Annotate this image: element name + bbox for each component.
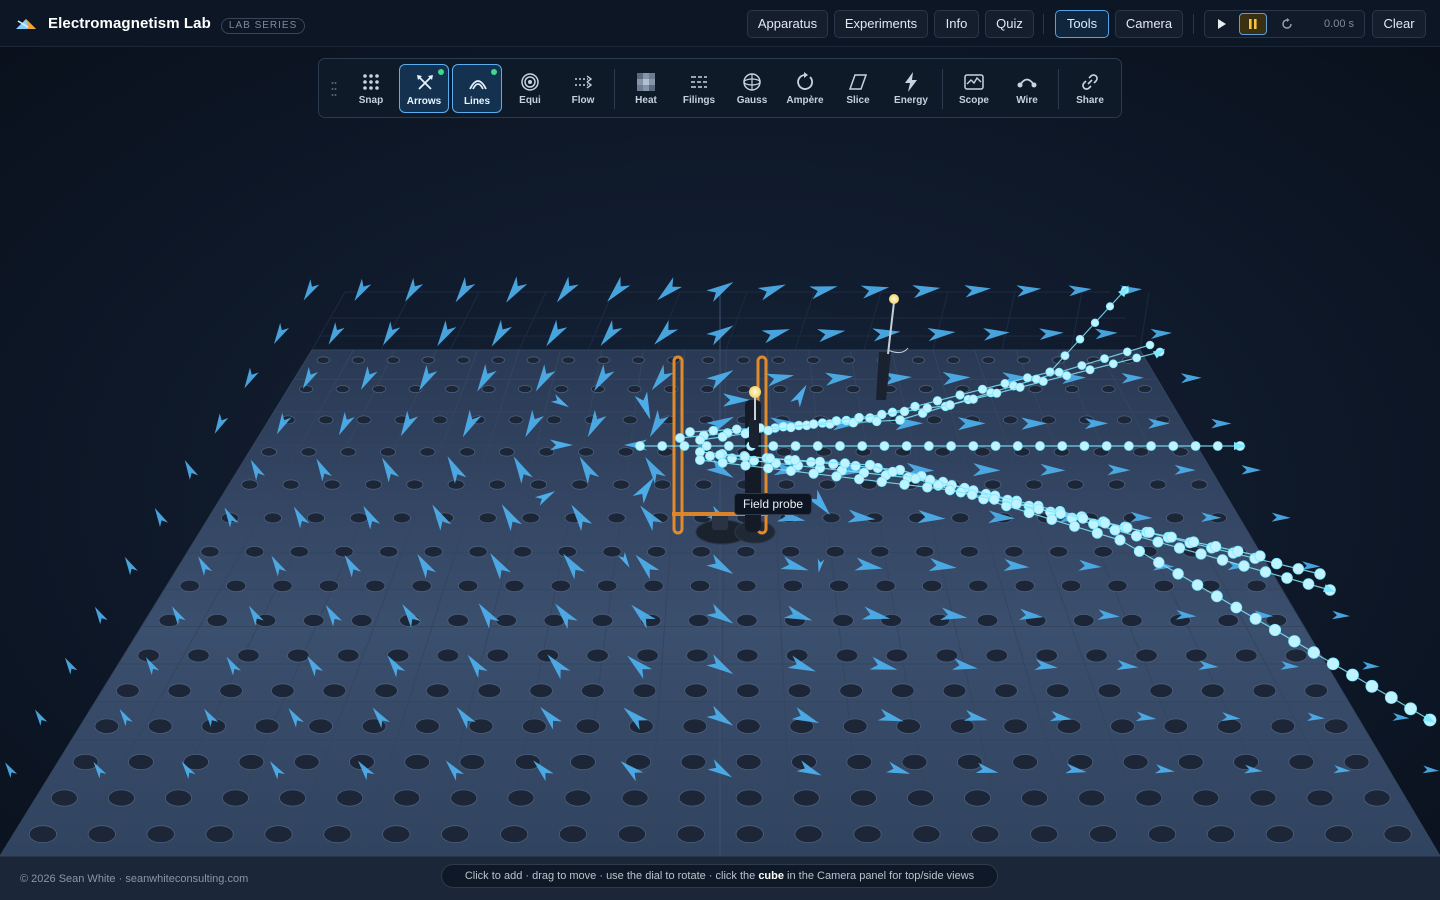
tool-lines[interactable]: Lines xyxy=(452,64,502,113)
energy-bolt-icon xyxy=(905,72,917,92)
info-button[interactable]: Info xyxy=(934,10,979,38)
tool-active-indicator xyxy=(491,69,497,75)
reset-button[interactable] xyxy=(1273,13,1301,35)
tool-filings[interactable]: Filings xyxy=(674,64,724,113)
tool-label: Ampère xyxy=(786,95,824,106)
wire-icon xyxy=(1017,78,1037,88)
snap-grid-icon xyxy=(363,74,379,90)
nav-divider xyxy=(1043,14,1044,34)
arrows-icon xyxy=(417,75,433,90)
heatmap-icon xyxy=(637,73,655,91)
ampere-loop-icon xyxy=(797,72,813,90)
top-bar: Electromagnetism Lab LAB SERIES Apparatu… xyxy=(0,0,1440,47)
toolbar-divider xyxy=(1058,69,1059,109)
tool-label: Filings xyxy=(682,95,716,106)
tool-label: Lines xyxy=(463,96,491,107)
apparatus-button[interactable]: Apparatus xyxy=(747,10,828,38)
tool-ampere[interactable]: Ampère xyxy=(780,64,830,113)
tool-active-indicator xyxy=(438,69,444,75)
tool-label: Scope xyxy=(958,95,989,106)
play-icon xyxy=(1218,19,1226,29)
tool-slice[interactable]: Slice xyxy=(833,64,883,113)
tool-snap[interactable]: Snap xyxy=(346,64,396,113)
app-title: Electromagnetism Lab xyxy=(48,14,211,32)
tool-label: Heat xyxy=(635,95,657,106)
gauss-sphere-icon xyxy=(743,73,761,91)
tool-scope[interactable]: Scope xyxy=(949,64,999,113)
play-button[interactable] xyxy=(1208,13,1236,35)
brand: Electromagnetism Lab LAB SERIES xyxy=(14,10,306,36)
toolbar-divider xyxy=(942,69,943,109)
tool-label: Arrows xyxy=(406,96,442,107)
tool-gauss[interactable]: Gauss xyxy=(727,64,777,113)
pause-button[interactable] xyxy=(1239,13,1267,35)
hint-cube-keyword: cube xyxy=(758,870,784,882)
tool-label: Snap xyxy=(358,95,384,106)
tool-flow[interactable]: Flow xyxy=(558,64,608,113)
tool-heat[interactable]: Heat xyxy=(621,64,671,113)
interaction-hint: Click to add · drag to move · use the di… xyxy=(441,864,998,888)
slice-plane-icon xyxy=(848,74,868,90)
pause-icon xyxy=(1249,19,1257,29)
tool-label: Slice xyxy=(846,95,870,106)
clear-button[interactable]: Clear xyxy=(1372,10,1426,38)
transport-controls: 0.00 s xyxy=(1204,10,1365,38)
lab-logo-icon xyxy=(16,19,36,29)
flow-icon xyxy=(575,75,593,89)
field-probe-tooltip: Field probe xyxy=(734,493,813,515)
tool-energy[interactable]: Energy xyxy=(886,64,936,113)
tools-button[interactable]: Tools xyxy=(1055,10,1109,38)
equipotential-icon xyxy=(521,73,539,91)
tool-label: Energy xyxy=(894,95,928,106)
scope-icon xyxy=(964,74,984,90)
tool-equi[interactable]: Equi xyxy=(505,64,555,113)
filings-icon xyxy=(691,76,707,88)
tool-arrows[interactable]: Arrows xyxy=(399,64,449,113)
tool-label: Flow xyxy=(571,95,595,106)
lab-series-badge: LAB SERIES xyxy=(220,18,306,34)
reset-icon xyxy=(1282,18,1292,29)
toolbar-divider xyxy=(614,69,615,109)
tool-label: Share xyxy=(1076,95,1104,106)
tool-label: Gauss xyxy=(736,95,768,106)
tools-toolbar: Snap Arrows Lines Equi Flow Heat Filings… xyxy=(318,58,1122,118)
tool-label: Wire xyxy=(1016,95,1038,106)
hint-text-2: in the Camera panel for top/side views xyxy=(784,870,975,882)
tool-share[interactable]: Share xyxy=(1065,64,1115,113)
quiz-button[interactable]: Quiz xyxy=(985,10,1034,38)
app-root: Electromagnetism Lab LAB SERIES Apparatu… xyxy=(0,0,1440,900)
hint-text-1: Click to add · drag to move · use the di… xyxy=(464,870,759,882)
field-lines-icon xyxy=(469,80,487,90)
toolbar-drag-handle-icon[interactable] xyxy=(331,81,337,97)
share-link-icon xyxy=(1082,74,1098,90)
sim-time-readout: 0.00 s xyxy=(1324,18,1354,30)
nav-divider xyxy=(1193,14,1194,34)
camera-button[interactable]: Camera xyxy=(1115,10,1183,38)
tool-label: Equi xyxy=(519,95,541,106)
tool-wire[interactable]: Wire xyxy=(1002,64,1052,113)
copyright-text: © 2026 Sean White · seanwhiteconsulting.… xyxy=(20,873,249,885)
lab-scene-canvas[interactable] xyxy=(0,0,1440,900)
experiments-button[interactable]: Experiments xyxy=(834,10,928,38)
